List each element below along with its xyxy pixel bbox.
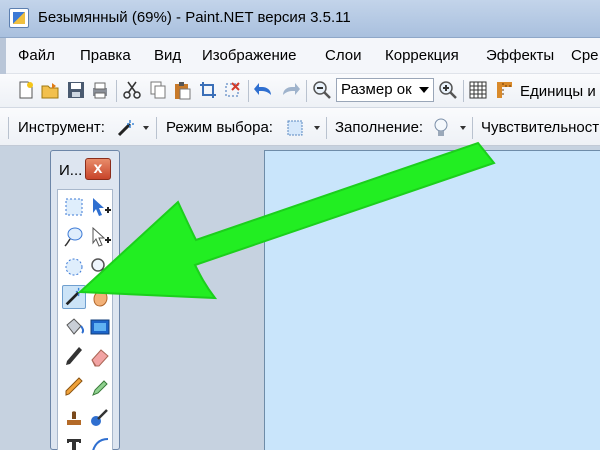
cut-icon[interactable] (122, 80, 142, 100)
recolor-icon[interactable] (88, 405, 112, 429)
crop-to-selection-icon[interactable] (198, 80, 218, 100)
zoom-select[interactable]: Размер ок (336, 78, 434, 102)
toolbar-separator (116, 80, 117, 102)
flood-mode-bulb-icon[interactable] (432, 117, 450, 139)
zoom-out-icon[interactable] (312, 80, 332, 100)
redo-icon[interactable] (280, 80, 300, 100)
grid-icon[interactable] (468, 80, 488, 100)
chevron-down-icon (419, 87, 429, 93)
chevron-down-icon[interactable] (314, 126, 320, 130)
line-curve-icon[interactable] (88, 435, 112, 450)
zoom-in-icon[interactable] (438, 80, 458, 100)
close-icon: x (93, 160, 103, 177)
print-icon[interactable] (90, 80, 110, 100)
toolbar-separator (472, 117, 473, 139)
menu-layers[interactable]: Слои (325, 47, 361, 64)
menu-adjustments[interactable]: Коррекция (385, 47, 459, 64)
magic-wand-icon[interactable] (116, 118, 136, 138)
tolerance-label: Чувствительност (481, 119, 600, 136)
menu-edit[interactable]: Правка (80, 47, 131, 64)
tools-window-title: И... (59, 162, 83, 179)
undo-icon[interactable] (254, 80, 274, 100)
toolbar-separator (306, 80, 307, 102)
move-selection-icon[interactable] (88, 225, 112, 249)
deselect-icon[interactable] (222, 80, 242, 100)
tool-options-bar: Инструмент: Режим выбора: Заполнение: Чу… (0, 108, 600, 146)
toolbar-separator (463, 80, 464, 102)
toolbar-separator (248, 80, 249, 102)
rulers-icon[interactable] (494, 80, 514, 100)
move-selected-pixels-icon[interactable] (88, 195, 112, 219)
tools-window: И... x (50, 150, 120, 450)
menu-view[interactable]: Вид (154, 47, 181, 64)
rectangle-select-icon[interactable] (62, 195, 86, 219)
paint-bucket-icon[interactable] (62, 315, 86, 339)
chevron-down-icon[interactable] (143, 126, 149, 130)
paint-net-app-icon[interactable] (9, 8, 29, 28)
pencil-icon[interactable] (62, 375, 86, 399)
menu-image[interactable]: Изображение (202, 47, 297, 64)
menu-file[interactable]: Файл (18, 47, 55, 64)
fill-label: Заполнение: (335, 119, 424, 136)
tool-label: Инструмент: (18, 119, 105, 136)
color-picker-icon[interactable] (88, 375, 112, 399)
units-label: Единицы и (520, 83, 596, 100)
close-tools-button[interactable]: x (85, 158, 111, 180)
paste-icon[interactable] (172, 80, 192, 100)
window-title: Безымянный (69%) - Paint.NET версия 3.5.… (38, 9, 351, 26)
toolbar-separator (156, 117, 157, 139)
new-file-icon[interactable] (16, 80, 36, 100)
zoom-select-value: Размер ок (341, 81, 412, 98)
image-canvas[interactable] (264, 150, 600, 450)
selection-mode-icon[interactable] (286, 119, 304, 137)
save-icon[interactable] (66, 80, 86, 100)
toolbar-separator (326, 117, 327, 139)
clone-stamp-icon[interactable] (62, 405, 86, 429)
menu-bar-edge (0, 38, 6, 74)
magic-wand-tool-icon[interactable] (62, 285, 86, 309)
chevron-down-icon[interactable] (460, 126, 466, 130)
text-tool-icon[interactable] (62, 435, 86, 450)
gradient-icon[interactable] (88, 315, 112, 339)
toolbar-grip (8, 117, 9, 139)
ellipse-select-icon[interactable] (62, 255, 86, 279)
open-folder-icon[interactable] (40, 80, 60, 100)
zoom-icon[interactable] (88, 255, 112, 279)
eraser-icon[interactable] (88, 345, 112, 369)
title-bar: Безымянный (69%) - Paint.NET версия 3.5.… (0, 0, 600, 38)
menu-bar: Файл Правка Вид Изображение Слои Коррекц… (0, 38, 600, 74)
selection-mode-label: Режим выбора: (166, 119, 273, 136)
pan-hand-icon[interactable] (88, 285, 112, 309)
menu-effects[interactable]: Эффекты (486, 47, 554, 64)
menu-utilities[interactable]: Сре (571, 47, 599, 64)
copy-icon[interactable] (148, 80, 168, 100)
tools-grid (57, 189, 113, 450)
main-toolbar: Размер ок Единицы и (0, 74, 600, 108)
paintbrush-icon[interactable] (62, 345, 86, 369)
lasso-select-icon[interactable] (62, 225, 86, 249)
